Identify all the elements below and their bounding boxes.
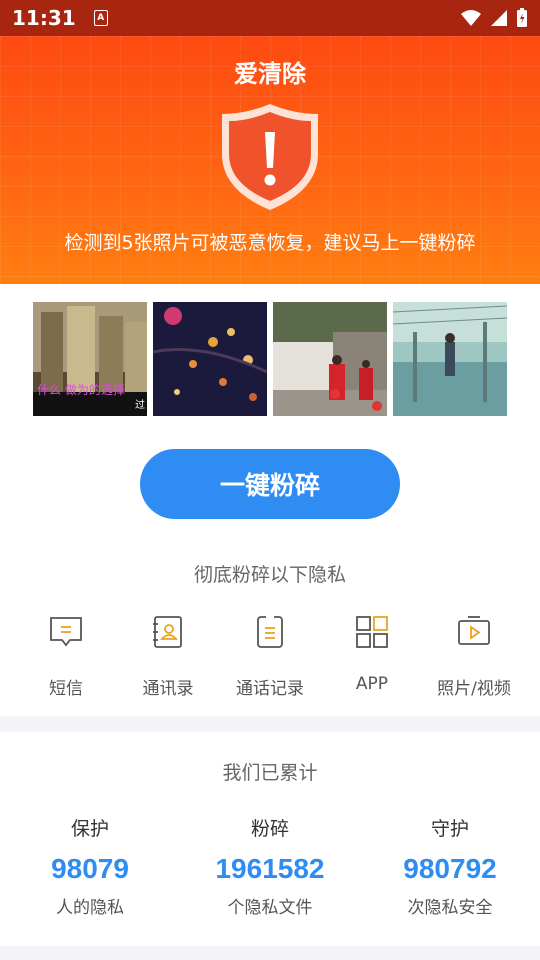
status-time: 11:31 <box>12 6 76 30</box>
stat-value: 98079 <box>51 853 129 884</box>
photo-strip: 什么 做为的选择 过 <box>33 302 507 416</box>
category-photos-videos[interactable]: 照片/视频 <box>424 614 524 699</box>
stats-title: 我们已累计 <box>222 762 318 784</box>
battery-icon <box>517 8 527 27</box>
warning-hero: 爱清除 检测到5张照片可被恶意恢复，建议马上一键粉碎 <box>0 36 540 308</box>
stat-guarded-times: 守护 980792 次隐私安全 <box>360 814 540 918</box>
photo-village-lanterns[interactable] <box>273 302 387 416</box>
category-label: 短信 <box>49 679 83 699</box>
call-log-icon <box>257 616 283 648</box>
stat-desc: 次隐私安全 <box>407 898 493 918</box>
stats-card: 我们已累计 保护 98079 人的隐私 粉碎 1961582 个隐私文件 守护 … <box>0 732 540 946</box>
stat-value: 980792 <box>403 853 497 884</box>
privacy-subtitle: 彻底粉碎以下隐私 <box>193 564 346 586</box>
stat-desc: 人的隐私 <box>56 898 124 918</box>
stat-head: 守护 <box>430 818 469 840</box>
category-label: 通讯录 <box>142 679 194 699</box>
one-click-shred-button[interactable]: 一键粉碎 <box>140 449 400 519</box>
photo-city-karaoke[interactable]: 什么 做为的选择 过 <box>33 302 147 416</box>
apps-grid-icon <box>356 616 388 648</box>
category-call-log[interactable]: 通话记录 <box>220 614 320 699</box>
stat-protected-users: 保护 98079 人的隐私 <box>0 814 180 918</box>
signal-icon <box>491 10 507 26</box>
svg-text:过: 过 <box>135 398 145 411</box>
photo-night-blossoms[interactable] <box>153 302 267 416</box>
category-label: 通话记录 <box>236 679 304 699</box>
video-icon <box>458 616 490 645</box>
stat-head: 粉碎 <box>250 818 289 840</box>
contacts-icon <box>153 616 182 648</box>
photo-anime-rain[interactable] <box>393 302 507 416</box>
stat-head: 保护 <box>70 818 109 840</box>
photo-caption: 什么 做为的选择 <box>37 382 125 397</box>
category-apps[interactable]: APP <box>322 614 422 694</box>
privacy-categories: 短信 通讯录 通话记录 APP 照片/视频 <box>0 614 540 704</box>
wifi-icon <box>461 10 481 26</box>
app-title: 爱清除 <box>234 60 306 88</box>
notification-a-icon: A <box>93 10 108 26</box>
category-contacts[interactable]: 通讯录 <box>118 614 218 699</box>
category-sms[interactable]: 短信 <box>16 614 116 699</box>
message-icon <box>50 617 82 647</box>
stat-desc: 个隐私文件 <box>227 898 313 918</box>
stat-shredded-files: 粉碎 1961582 个隐私文件 <box>180 814 360 918</box>
stat-value: 1961582 <box>215 853 325 884</box>
shield-alert-icon <box>222 104 318 210</box>
category-label: APP <box>355 674 389 694</box>
status-bar: 11:31 A <box>0 0 540 36</box>
category-label: 照片/视频 <box>437 679 511 699</box>
warning-text: 检测到5张照片可被恶意恢复，建议马上一键粉碎 <box>64 232 476 254</box>
